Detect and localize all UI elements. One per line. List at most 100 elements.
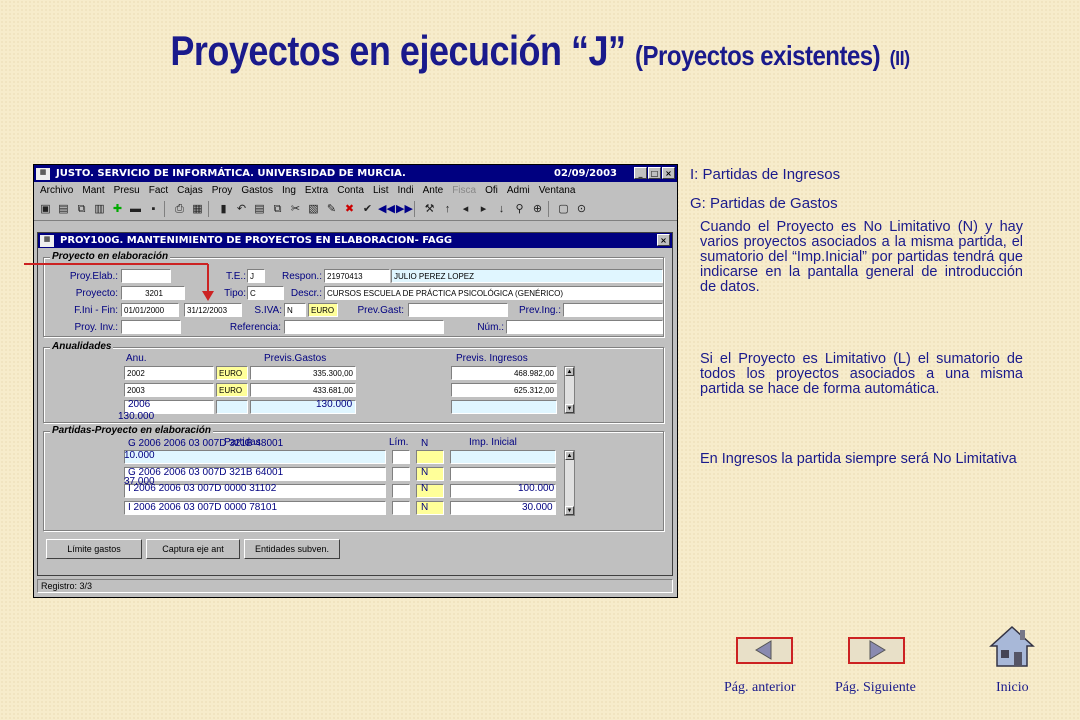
label-proy-inv: Proy. Inv.: bbox=[74, 322, 118, 333]
scroll-down-icon[interactable]: ▼ bbox=[565, 404, 574, 413]
tool-delete-icon[interactable]: ▬ bbox=[128, 202, 143, 217]
anual-gastos[interactable]: 335.300,00 bbox=[250, 366, 356, 380]
scroll-down-icon[interactable]: ▼ bbox=[565, 506, 574, 515]
tool-search-icon[interactable]: ⊕ bbox=[530, 202, 545, 217]
tool-clipboard-icon[interactable]: ▧ bbox=[306, 202, 321, 217]
tool-paste-icon[interactable]: ▤ bbox=[252, 202, 267, 217]
anual-year[interactable]: 2002 bbox=[124, 366, 214, 380]
tool-cut-icon[interactable]: ✂ bbox=[288, 202, 303, 217]
field-respon-code[interactable]: 21970413 bbox=[324, 269, 390, 283]
field-referencia[interactable] bbox=[284, 320, 444, 334]
tool-new-icon[interactable]: ▣ bbox=[38, 202, 53, 217]
next-page-link[interactable]: Pág. Siguiente bbox=[835, 680, 916, 696]
tool-up-icon[interactable]: ↑ bbox=[440, 202, 455, 217]
menu-ing[interactable]: Ing bbox=[282, 185, 296, 196]
tool-down-icon[interactable]: ↓ bbox=[494, 202, 509, 217]
tool-query-icon[interactable]: ⚲ bbox=[512, 202, 527, 217]
menu-fisca: Fisca bbox=[452, 184, 477, 196]
header-anu: Anu. bbox=[126, 353, 147, 364]
menu-extra[interactable]: Extra bbox=[305, 185, 328, 196]
home-link[interactable]: Inicio bbox=[996, 680, 1029, 696]
tool-open-icon[interactable]: ▤ bbox=[56, 202, 71, 217]
anual-ingresos[interactable] bbox=[451, 400, 557, 414]
menu-list[interactable]: List bbox=[373, 185, 389, 196]
prev-page-link[interactable]: Pág. anterior bbox=[724, 680, 796, 696]
tool-book-icon[interactable]: ▮ bbox=[216, 202, 231, 217]
toolbar: ▣ ▤ ⧉ ▥ ✚ ▬ ▪ ⎙ ▦ ▮ ↶ ▤ ⧉ ✂ ▧ ✎ ✖ ✔ ◀◀ ▶… bbox=[34, 198, 677, 221]
field-prev-ing[interactable] bbox=[563, 303, 663, 317]
menu-ofi[interactable]: Ofi bbox=[485, 185, 498, 196]
anual-ingresos[interactable]: 625.312,00 bbox=[451, 383, 557, 397]
field-te[interactable]: J bbox=[247, 269, 265, 283]
partida-row[interactable] bbox=[124, 450, 386, 464]
menu-ante[interactable]: Ante bbox=[423, 185, 444, 196]
tool-print-icon[interactable]: ⎙ bbox=[172, 202, 187, 217]
tool-check-icon[interactable]: ✔ bbox=[360, 202, 375, 217]
tool-prev-icon[interactable]: ◂ bbox=[458, 202, 473, 217]
menu-conta[interactable]: Conta bbox=[337, 185, 364, 196]
partida-imp[interactable] bbox=[450, 450, 556, 464]
tool-edit-icon[interactable]: ✎ bbox=[324, 202, 339, 217]
field-currency: EURO bbox=[308, 303, 338, 317]
maximize-icon[interactable]: □ bbox=[648, 167, 661, 179]
field-prev-gast[interactable] bbox=[408, 303, 508, 317]
partida-ghost-lim: N bbox=[421, 483, 429, 494]
partida-lim-check[interactable] bbox=[392, 450, 410, 464]
anual-ingresos[interactable]: 468.982,00 bbox=[451, 366, 557, 380]
menu-archivo[interactable]: Archivo bbox=[40, 185, 73, 196]
explanation-no-limitativo: Cuando el Proyecto es No Limitativo (N) … bbox=[700, 219, 1023, 295]
field-descr[interactable]: CURSOS ESCUELA DE PRÁCTICA PSICOLÓGICA (… bbox=[324, 286, 663, 300]
menu-admi[interactable]: Admi bbox=[507, 185, 530, 196]
menu-presu[interactable]: Presu bbox=[114, 185, 140, 196]
anual-scrollbar[interactable]: ▲ ▼ bbox=[564, 366, 575, 414]
partida-ghost-lim: N bbox=[421, 502, 429, 513]
tool-help-icon[interactable]: ⊙ bbox=[574, 202, 589, 217]
field-num[interactable] bbox=[506, 320, 663, 334]
scroll-up-icon[interactable]: ▲ bbox=[565, 367, 574, 376]
partida-lim-check[interactable] bbox=[392, 484, 410, 498]
field-siva[interactable]: N bbox=[284, 303, 306, 317]
tool-undo-icon[interactable]: ↶ bbox=[234, 202, 249, 217]
tool-preview-icon[interactable]: ▦ bbox=[190, 202, 205, 217]
anual-gastos[interactable]: 433.681,00 bbox=[250, 383, 356, 397]
menu-indi[interactable]: Indi bbox=[398, 185, 414, 196]
tool-last-icon[interactable]: ▶▶ bbox=[396, 202, 413, 217]
tool-exit-icon[interactable]: ▢ bbox=[556, 202, 571, 217]
menu-proy[interactable]: Proy bbox=[212, 185, 233, 196]
tool-copy-record-icon[interactable]: ⧉ bbox=[74, 202, 89, 217]
tool-next-icon[interactable]: ▸ bbox=[476, 202, 491, 217]
partida-lim-check[interactable] bbox=[392, 467, 410, 481]
menu-cajas[interactable]: Cajas bbox=[177, 185, 203, 196]
scroll-up-icon[interactable]: ▲ bbox=[565, 451, 574, 460]
tool-save-icon[interactable]: ▪ bbox=[146, 202, 161, 217]
tool-add-icon[interactable]: ✚ bbox=[110, 202, 125, 217]
label-referencia: Referencia: bbox=[229, 322, 281, 333]
close-icon[interactable]: × bbox=[662, 167, 675, 179]
field-proy-inv[interactable] bbox=[121, 320, 181, 334]
partida-lim-check[interactable] bbox=[392, 501, 410, 515]
menu-fact[interactable]: Fact bbox=[149, 185, 168, 196]
menu-gastos[interactable]: Gastos bbox=[241, 185, 273, 196]
partida-imp[interactable] bbox=[450, 467, 556, 481]
tool-records-icon[interactable]: ▥ bbox=[92, 202, 107, 217]
anual-year[interactable]: 2003 bbox=[124, 383, 214, 397]
next-page-button[interactable] bbox=[848, 637, 905, 664]
entidades-subven-button[interactable]: Entidades subven. bbox=[244, 539, 340, 559]
header-imp-inicial: Imp. Inicial bbox=[469, 437, 517, 448]
prev-page-button[interactable] bbox=[736, 637, 793, 664]
minimize-icon[interactable]: _ bbox=[634, 167, 647, 179]
form-close-icon[interactable]: × bbox=[657, 234, 670, 246]
tool-copy-icon[interactable]: ⧉ bbox=[270, 202, 285, 217]
limite-gastos-button[interactable]: Límite gastos bbox=[46, 539, 142, 559]
captura-eje-ant-button[interactable]: Captura eje ant bbox=[146, 539, 240, 559]
tool-clear-icon[interactable]: ✖ bbox=[342, 202, 357, 217]
explanation-ingresos: En Ingresos la partida siempre será No L… bbox=[700, 451, 1017, 467]
tool-first-icon[interactable]: ◀◀ bbox=[378, 202, 395, 217]
form-titlebar: ▦ PROY100G. MANTENIMIENTO DE PROYECTOS E… bbox=[38, 233, 672, 248]
home-icon[interactable] bbox=[987, 624, 1037, 670]
partidas-scrollbar[interactable]: ▲ ▼ bbox=[564, 450, 575, 516]
menu-mant[interactable]: Mant bbox=[82, 185, 104, 196]
menu-ventana[interactable]: Ventana bbox=[539, 185, 576, 196]
tool-tools-icon[interactable]: ⚒ bbox=[422, 202, 437, 217]
partida-lim[interactable] bbox=[416, 450, 444, 464]
